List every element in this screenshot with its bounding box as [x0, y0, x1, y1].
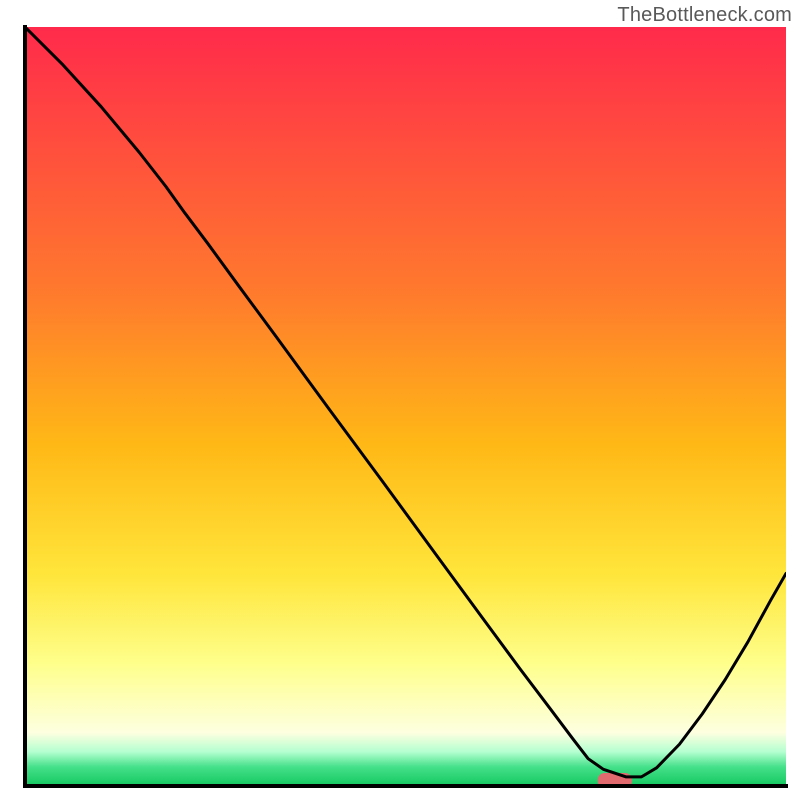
attribution-text: TheBottleneck.com [617, 4, 792, 27]
gradient-background [25, 27, 786, 786]
chart-container: TheBottleneck.com [0, 0, 800, 800]
bottleneck-chart [0, 0, 800, 800]
